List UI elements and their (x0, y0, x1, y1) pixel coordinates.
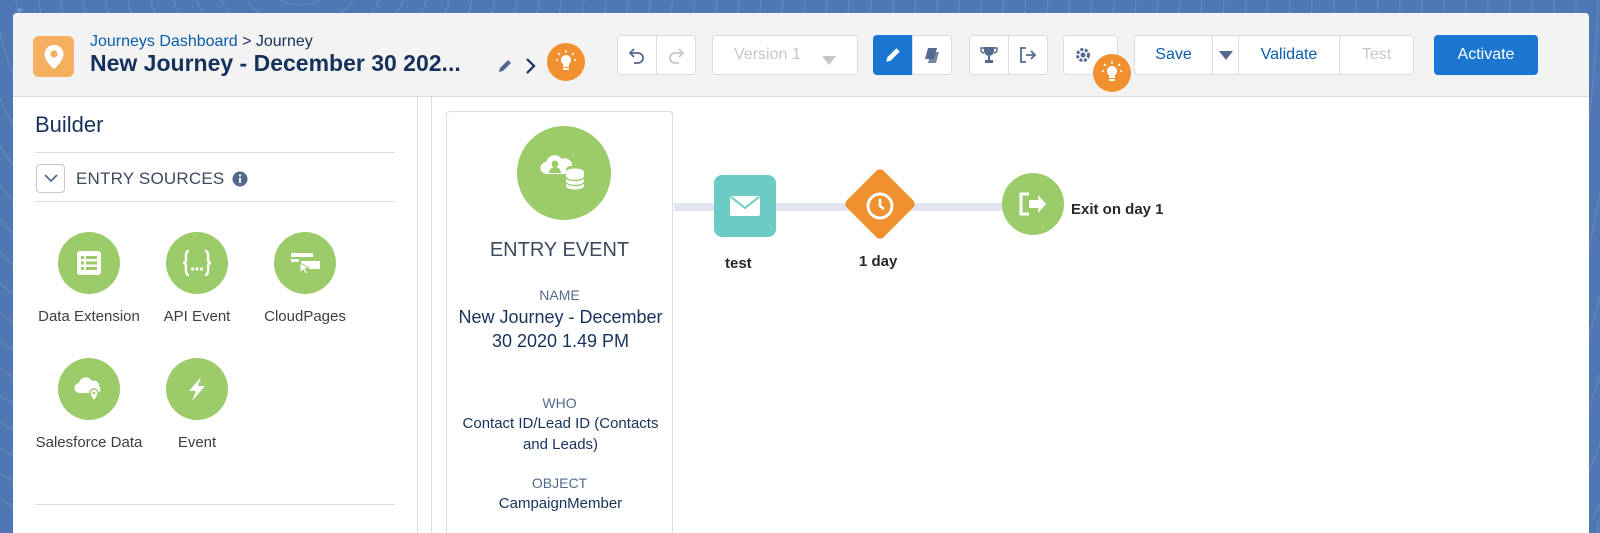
undo-button[interactable] (617, 35, 657, 75)
goal-exit-group (969, 35, 1048, 75)
api-braces-icon (166, 232, 228, 294)
entry-sources-toggle[interactable] (36, 164, 65, 193)
who-label: WHO (542, 395, 577, 411)
undo-redo-group (617, 35, 696, 75)
clock-icon (861, 187, 899, 225)
object-label: OBJECT (531, 475, 588, 491)
builder-sidebar: Builder ENTRY SOURCES Data Extension API… (13, 97, 418, 533)
exit-node-label: Exit on day 1 (1071, 201, 1164, 218)
email-activity-node[interactable] (714, 175, 776, 237)
exit-icon (1020, 47, 1037, 63)
name-label: NAME (539, 287, 580, 303)
divider (35, 152, 395, 153)
edit-name-pencil-icon[interactable] (497, 58, 513, 79)
entry-source-api-event[interactable]: API Event (142, 232, 252, 327)
trophy-icon (980, 47, 998, 63)
redo-button[interactable] (656, 35, 696, 75)
chevron-right-icon[interactable] (524, 57, 536, 80)
cloudpages-icon (274, 232, 336, 294)
validate-button[interactable]: Validate (1238, 35, 1340, 75)
copy-button[interactable] (912, 35, 952, 75)
info-icon[interactable] (232, 171, 248, 192)
journey-title: New Journey - December 30 202... (90, 50, 461, 76)
builder-title: Builder (35, 112, 104, 137)
contacts-database-icon (517, 126, 611, 220)
breadcrumb-separator: > (237, 33, 256, 50)
exit-criteria-button[interactable] (1008, 35, 1048, 75)
copy-icon (925, 48, 939, 63)
mode-group (873, 35, 952, 75)
gear-icon (1076, 48, 1090, 62)
version-label: Version 1 (734, 46, 801, 63)
version-select[interactable]: Version 1 (712, 35, 858, 75)
breadcrumb-link-journeys-dashboard[interactable]: Journeys Dashboard (90, 33, 238, 50)
edit-mode-button[interactable] (873, 35, 913, 75)
entry-source-label: Event (177, 434, 217, 451)
who-value: Contact ID/Lead ID (Contacts and Leads) (462, 415, 659, 453)
lightbulb-tip-icon[interactable] (547, 43, 585, 81)
name-value: New Journey - December 30 2020 1.49 PM (458, 307, 663, 351)
entry-sources-label: ENTRY SOURCES (76, 169, 225, 188)
goal-button[interactable] (969, 35, 1009, 75)
pencil-icon (886, 48, 900, 62)
lightbulb-tip-icon-settings[interactable] (1093, 54, 1131, 92)
entry-source-label: CloudPages (264, 308, 346, 325)
exit-node[interactable] (1002, 173, 1064, 235)
journey-builder-app: Journeys Dashboard > Journey New Journey… (13, 13, 1589, 533)
entry-source-data-extension[interactable]: Data Extension (34, 232, 144, 327)
test-button[interactable]: Test (1339, 35, 1414, 75)
caret-down-icon (1218, 50, 1233, 60)
save-validate-test-group: Save Validate Test (1134, 35, 1414, 75)
journey-canvas: ENTRY EVENT NAME New Journey - December … (432, 97, 1589, 533)
caret-down-icon (822, 52, 836, 70)
email-node-label: test (725, 255, 752, 272)
header: Journeys Dashboard > Journey New Journey… (13, 13, 1589, 97)
table-icon (58, 232, 120, 294)
activate-button[interactable]: Activate (1434, 35, 1538, 75)
exit-icon (1019, 192, 1046, 216)
object-value: CampaignMember (498, 495, 623, 512)
lightning-icon (166, 358, 228, 420)
entry-source-label: API Event (163, 308, 231, 325)
breadcrumb: Journeys Dashboard > Journey (90, 33, 313, 51)
entry-source-cloudpages[interactable]: CloudPages (250, 232, 360, 327)
entry-event-card[interactable]: ENTRY EVENT NAME New Journey - December … (446, 111, 673, 533)
envelope-icon (730, 196, 760, 216)
entry-event-title: ENTRY EVENT (489, 239, 630, 261)
undo-icon (628, 48, 644, 64)
save-menu-button[interactable] (1212, 35, 1239, 75)
chevron-down-icon (43, 174, 58, 183)
divider (35, 504, 395, 505)
wait-node-label: 1 day (859, 253, 898, 270)
salesforce-cloud-icon (58, 358, 120, 420)
entry-source-label: Salesforce Data (35, 434, 143, 451)
save-button[interactable]: Save (1134, 35, 1213, 75)
divider (35, 201, 395, 202)
activate-group: Activate (1434, 35, 1538, 75)
location-pin-icon (33, 36, 74, 77)
redo-icon (669, 48, 685, 64)
entry-source-label: Data Extension (38, 308, 140, 325)
entry-source-salesforce-data[interactable]: Salesforce Data (34, 358, 144, 453)
breadcrumb-current: Journey (255, 33, 313, 50)
entry-source-event[interactable]: Event (142, 358, 252, 453)
